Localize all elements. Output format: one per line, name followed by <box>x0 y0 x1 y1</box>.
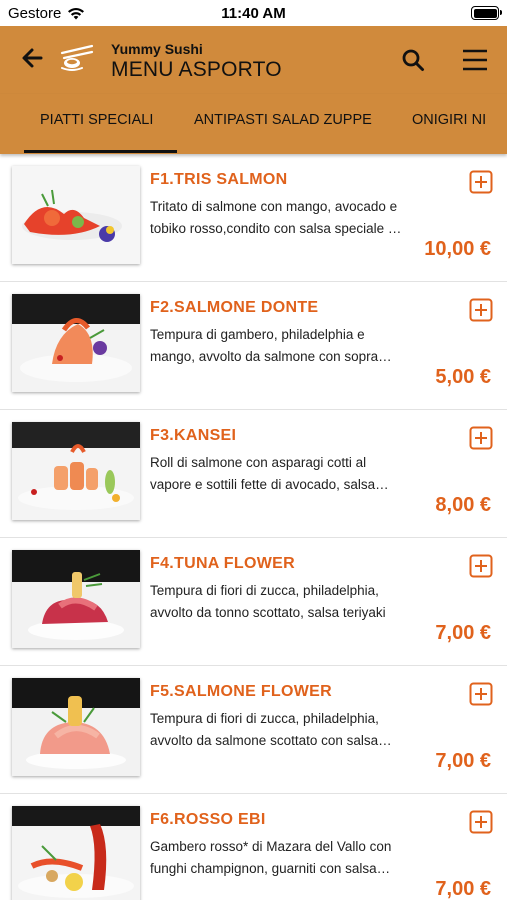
item-name: F3.KANSEI <box>150 427 237 444</box>
add-to-cart-plus-icon[interactable] <box>469 298 493 322</box>
tab-antipasti-salad-zuppe[interactable]: ANTIPASTI SALAD ZUPPE <box>194 112 372 128</box>
search-icon[interactable] <box>401 48 425 72</box>
item-description: Gambero rosso* di Mazara del Vallo con f… <box>150 839 392 876</box>
chopsticks-logo-icon <box>60 44 94 71</box>
item-description: Tempura di fiori di zucca, philadelphia,… <box>150 711 379 748</box>
dish-photo <box>12 166 140 264</box>
add-to-cart-plus-icon[interactable] <box>469 426 493 450</box>
status-time: 11:40 AM <box>221 5 286 22</box>
hamburger-menu-icon[interactable] <box>461 48 489 72</box>
dish-photo <box>12 806 140 900</box>
dish-photo <box>12 294 140 392</box>
item-price: 10,00 € <box>424 238 491 260</box>
item-name: F2.SALMONE DONTE <box>150 299 319 316</box>
add-to-cart-plus-icon[interactable] <box>469 810 493 834</box>
menu-item[interactable]: F6.ROSSO EBI Gambero rosso* di Mazara de… <box>0 794 507 900</box>
dish-photo <box>12 422 140 520</box>
item-price: 7,00 € <box>435 622 491 644</box>
item-name: F5.SALMONE FLOWER <box>150 683 332 700</box>
item-description: Tempura di fiori di zucca, philadelphia,… <box>150 583 386 620</box>
item-price: 7,00 € <box>435 878 491 900</box>
add-to-cart-plus-icon[interactable] <box>469 170 493 194</box>
item-price: 7,00 € <box>435 750 491 772</box>
tab-onigiri[interactable]: ONIGIRI NI <box>412 112 486 128</box>
add-to-cart-plus-icon[interactable] <box>469 682 493 706</box>
battery-icon <box>471 6 502 20</box>
menu-item[interactable]: F5.SALMONE FLOWER Tempura di fiori di zu… <box>0 666 507 794</box>
page-title: MENU ASPORTO <box>111 58 282 81</box>
menu-item-list: F1.TRIS SALMON Tritato di salmone con ma… <box>0 154 507 900</box>
status-bar: Gestore 11:40 AM <box>0 0 507 26</box>
menu-item[interactable]: F3.KANSEI Roll di salmone con asparagi c… <box>0 410 507 538</box>
dish-photo <box>12 550 140 648</box>
app-name: Yummy Sushi <box>111 41 203 57</box>
item-description: Tritato di salmone con mango, avocado e … <box>150 199 398 236</box>
category-tabs: PIATTI SPECIALI ANTIPASTI SALAD ZUPPE ON… <box>0 94 507 154</box>
active-tab-indicator <box>24 150 177 153</box>
menu-item[interactable]: F2.SALMONE DONTE Tempura di gambero, phi… <box>0 282 507 410</box>
back-arrow-icon[interactable] <box>20 46 44 70</box>
tab-piatti-speciali[interactable]: PIATTI SPECIALI <box>40 112 153 128</box>
item-description: Roll di salmone con asparagi cotti al va… <box>150 455 376 492</box>
app-header: Yummy Sushi MENU ASPORTO <box>0 26 507 94</box>
item-price: 5,00 € <box>435 366 491 388</box>
item-name: F6.ROSSO EBI <box>150 811 266 828</box>
item-name: F4.TUNA FLOWER <box>150 555 295 572</box>
item-price: 8,00 € <box>435 494 491 516</box>
menu-item[interactable]: F4.TUNA FLOWER Tempura di fiori di zucca… <box>0 538 507 666</box>
header-title-block: Yummy Sushi MENU ASPORTO <box>111 41 282 82</box>
menu-item[interactable]: F1.TRIS SALMON Tritato di salmone con ma… <box>0 154 507 282</box>
item-description: Tempura di gambero, philadelphia e mango… <box>150 327 379 364</box>
dish-photo <box>12 678 140 776</box>
item-name: F1.TRIS SALMON <box>150 171 288 188</box>
add-to-cart-plus-icon[interactable] <box>469 554 493 578</box>
